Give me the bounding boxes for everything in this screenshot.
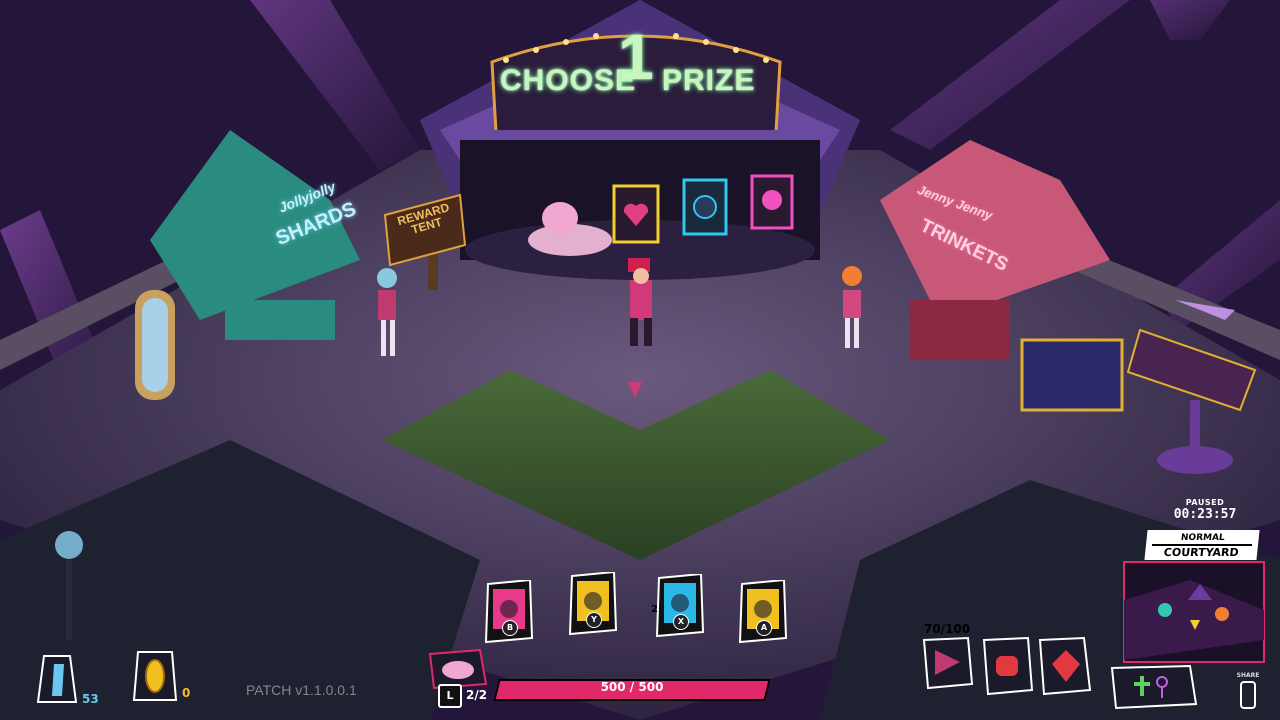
difficulty-label: NORMAL (1180, 533, 1226, 543)
prize-count-text: 1 (618, 21, 655, 93)
share-icon (1240, 681, 1256, 709)
skill-card[interactable]: Y (568, 570, 618, 636)
area-tag: NORMAL COURTYARD (1144, 530, 1260, 560)
skill-button-hint: Y (586, 612, 602, 628)
skill-button-hint: X (673, 614, 689, 630)
game-scene: CHOOSE 1 PRIZE Jollyjolly SHARDS Jenny J… (0, 0, 1280, 720)
coins-count: 0 (182, 686, 191, 700)
skill-card[interactable]: A (738, 578, 788, 644)
paused-label: PAUSED (1185, 498, 1225, 507)
skill-button-hint: B (502, 620, 518, 636)
keys-panel (1110, 664, 1198, 710)
patch-version: PATCH v1.1.0.0.1 (246, 682, 357, 698)
potion-count: 2/2 (466, 688, 488, 702)
skill-card[interactable]: B (484, 578, 534, 644)
shards-count: 53 (82, 692, 99, 706)
charge-meter: 70/100 (924, 622, 971, 636)
card-multiplier: 2 (651, 604, 658, 615)
choose-text: CHOOSE (500, 64, 637, 97)
potion-key-hint: L (438, 684, 462, 708)
area-name: COURTYARD (1150, 544, 1253, 559)
health-text: 500 / 500 (600, 680, 664, 694)
share-button[interactable]: SHARE (1236, 672, 1260, 709)
street-lamp (55, 531, 83, 559)
treasure-chest (1020, 338, 1124, 412)
choose-prize-sign: CHOOSE 1 PRIZE (486, 20, 786, 130)
timer-value: 00:23:57 (1173, 507, 1237, 522)
prize-text: PRIZE (662, 64, 756, 97)
skill-button-hint: A (756, 620, 772, 636)
share-label: SHARE (1236, 672, 1260, 679)
skill-card[interactable]: X (655, 572, 705, 638)
health-bar: 500 / 500 (492, 676, 772, 701)
run-timer: PAUSED 00:23:57 (1162, 498, 1248, 522)
